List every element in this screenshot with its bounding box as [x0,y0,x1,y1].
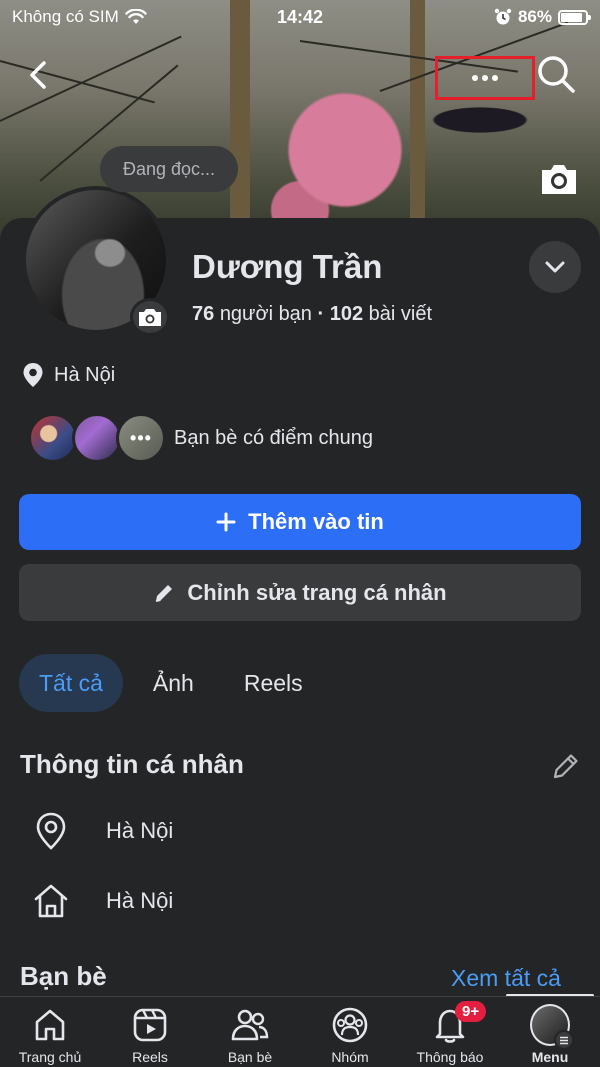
home-icon [32,882,70,920]
bottom-nav: Trang chủ Reels Bạn bè Nhóm 9+ Thông báo… [0,996,600,1067]
edit-profile-button[interactable]: Chỉnh sửa trang cá nhân [19,564,581,621]
battery-icon [558,9,591,25]
status-right: 86% [494,7,591,27]
back-icon[interactable] [22,55,56,95]
groups-icon [330,1005,370,1045]
reading-status-label: Đang đọc... [122,158,216,179]
nav-home-label: Trang chủ [18,1049,82,1065]
avatar-camera-button[interactable] [130,298,170,336]
carrier-label: Không có SIM [12,7,119,26]
more-dots-icon: ••• [130,427,152,448]
nav-groups[interactable]: Nhóm [300,997,400,1067]
location-pin-icon [23,363,43,387]
profile-stats: 76 người bạn · 102 bài viết [192,303,432,326]
info-location-text: Hà Nội [106,818,174,843]
info-row-hometown: Hà Nội [32,882,173,920]
see-all-friends-link[interactable]: Xem tất cả [451,965,561,992]
menu-avatar-icon [530,1004,574,1050]
mutual-friend-avatar: ••• [116,413,166,463]
add-to-story-button[interactable]: Thêm vào tin [19,494,581,550]
info-row-location: Hà Nội [32,812,173,850]
chevron-down-icon [545,261,565,273]
posts-count: 102 [329,303,364,325]
alarm-icon [494,8,512,25]
camera-icon[interactable] [538,160,580,198]
status-bar: Không có SIM 14:42 86% [0,0,600,34]
friends-count: 76 [192,303,215,325]
more-options-button[interactable] [435,56,535,100]
mutual-friend-avatar [72,413,122,463]
battery-fill [561,12,582,22]
nav-menu-label: Menu [531,1049,569,1065]
reels-icon [130,1005,170,1045]
nav-menu[interactable]: Menu [500,997,600,1067]
battery-percent: 86% [517,7,552,26]
tab-photos[interactable]: Ảnh [133,654,214,712]
mutual-friend-avatar [28,413,78,463]
expand-profile-button[interactable] [529,241,581,293]
friends-icon [230,1005,270,1045]
carrier-info: Không có SIM [12,7,147,27]
nav-friends[interactable]: Bạn bè [200,997,300,1067]
mutual-friends[interactable]: ••• Bạn bè có điểm chung [28,413,373,463]
nav-reels[interactable]: Reels [100,997,200,1067]
friends-section-title: Bạn bè [20,961,107,991]
reading-status-pill[interactable]: Đang đọc... [100,146,238,192]
more-dot [492,75,498,81]
search-icon[interactable] [535,53,577,95]
edit-profile-label: Chỉnh sửa trang cá nhân [187,579,447,605]
more-dot [472,75,478,81]
nav-reels-label: Reels [132,1049,168,1065]
notification-badge: 9+ [455,1001,487,1022]
add-to-story-label: Thêm vào tin [248,509,384,534]
profile-name: Dương Trần [192,248,383,285]
profile-tabs: Tất cả Ảnh Reels [19,654,323,712]
nav-notifications[interactable]: 9+ Thông báo [400,997,500,1067]
location-pin-icon [32,812,70,850]
pencil-icon [156,584,173,602]
stats-separator: · [317,303,325,325]
more-dot [482,75,488,81]
plus-icon [216,512,236,532]
nav-groups-label: Nhóm [331,1049,369,1065]
tab-reels[interactable]: Reels [224,654,323,712]
menu-avatar [530,1004,574,1050]
personal-info-title: Thông tin cá nhân [20,749,244,779]
friends-label[interactable]: người bạn [220,303,312,325]
nav-notifications-label: Thông báo [416,1049,484,1065]
edit-pencil-icon[interactable] [550,750,582,782]
home-icon [30,1005,70,1045]
tab-all[interactable]: Tất cả [19,654,123,712]
camera-icon [139,309,161,326]
hamburger-icon [554,1030,574,1050]
profile-location: Hà Nội [22,362,115,388]
posts-label: bài viết [368,303,433,325]
mutual-friends-label: Bạn bè có điểm chung [174,426,374,449]
location-text: Hà Nội [54,363,116,386]
wifi-icon [125,9,147,24]
info-hometown-text: Hà Nội [106,888,174,913]
nav-friends-label: Bạn bè [227,1049,273,1065]
nav-home[interactable]: Trang chủ [0,997,100,1067]
